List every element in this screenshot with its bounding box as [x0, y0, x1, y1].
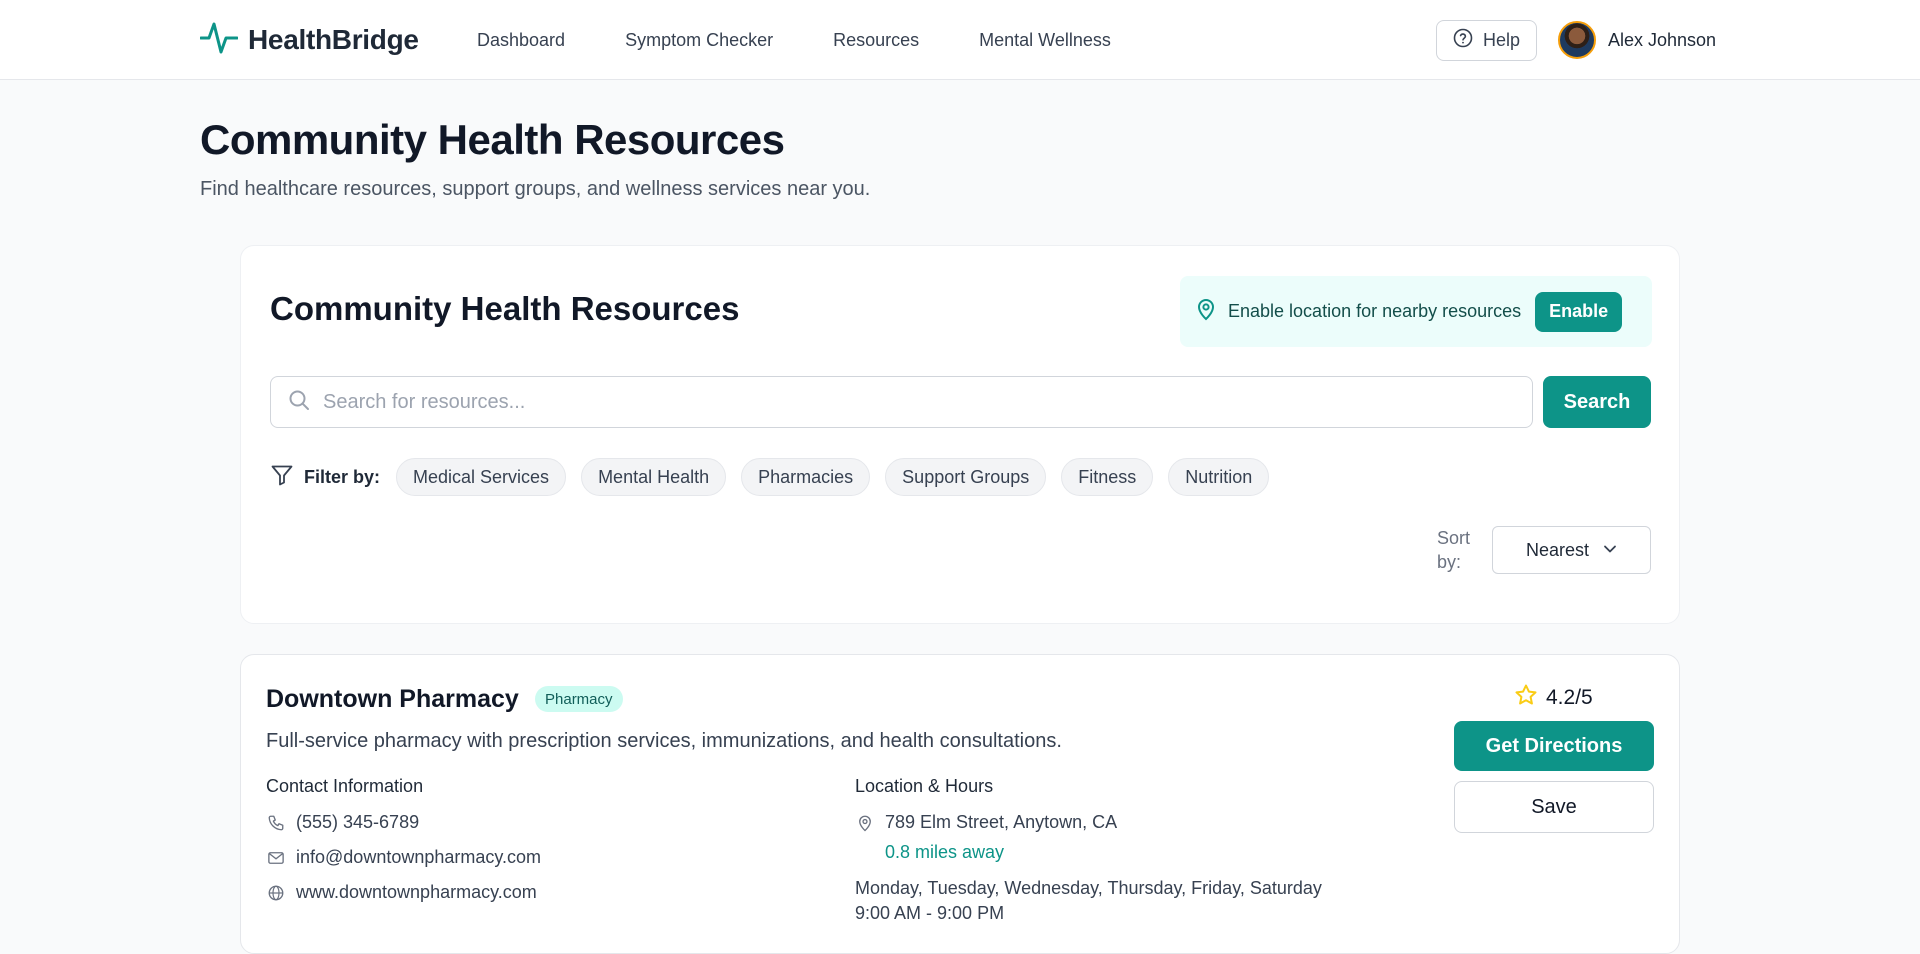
search-button[interactable]: Search: [1543, 376, 1651, 428]
filter-icon: [270, 463, 294, 492]
distance: 0.8 miles away: [885, 842, 1005, 862]
chevron-down-icon: [1603, 540, 1617, 561]
help-circle-icon: [1453, 28, 1473, 53]
sort-label: Sort by:: [1437, 528, 1471, 572]
contact-title: Contact Information: [266, 776, 424, 796]
open-days: Monday, Tuesday, Wednesday, Thursday, Fr…: [855, 878, 1322, 898]
mail-icon: [266, 848, 286, 868]
phone-line[interactable]: (555) 345-6789: [266, 812, 419, 833]
website-url: www.downtownpharmacy.com: [296, 882, 537, 902]
card-title: Community Health Resources: [270, 290, 740, 327]
location-banner: Enable location for nearby resources Ena…: [1180, 276, 1652, 347]
filter-row: Filter by: Medical Services Mental Healt…: [270, 458, 1270, 496]
filter-chip-fitness[interactable]: Fitness: [1061, 458, 1154, 496]
search-icon: [287, 388, 311, 417]
email-line[interactable]: info@downtownpharmacy.com: [266, 847, 541, 868]
location-title: Location & Hours: [855, 776, 994, 796]
sort-value: Nearest: [1525, 539, 1590, 560]
pulse-logo-icon: [199, 20, 239, 61]
address-line: 789 Elm Street, Anytown, CA: [855, 812, 1117, 833]
save-button[interactable]: Save: [1454, 781, 1654, 833]
main-nav: Dashboard Symptom Checker Resources Ment…: [477, 0, 1111, 80]
filter-chip-support-groups[interactable]: Support Groups: [885, 458, 1047, 496]
avatar: [1558, 21, 1596, 59]
location-prompt: Enable location for nearby resources: [1228, 301, 1522, 321]
get-directions-button[interactable]: Get Directions: [1454, 721, 1654, 771]
email-address: info@downtownpharmacy.com: [296, 847, 542, 867]
app-logo[interactable]: HealthBridge: [199, 20, 419, 61]
search-box: [270, 376, 1533, 428]
help-label: Help: [1482, 30, 1521, 50]
rating: 4.2/5: [1514, 683, 1593, 713]
nav-item-mental-wellness[interactable]: Mental Wellness: [979, 30, 1111, 51]
search-input[interactable]: [323, 390, 1503, 414]
enable-location-button[interactable]: Enable: [1535, 291, 1623, 332]
phone-icon: [266, 813, 286, 833]
app-name: HealthBridge: [248, 24, 419, 55]
top-navigation-bar: HealthBridge Dashboard Symptom Checker R…: [0, 0, 1920, 80]
map-pin-icon: [1194, 297, 1218, 326]
resource-description: Full-service pharmacy with prescription …: [266, 730, 1062, 752]
resource-card: Downtown Pharmacy Pharmacy Full-service …: [240, 654, 1680, 954]
nav-item-resources[interactable]: Resources: [833, 30, 919, 51]
globe-icon: [266, 883, 286, 903]
nav-item-symptom-checker[interactable]: Symptom Checker: [625, 30, 773, 51]
sort-select[interactable]: Nearest: [1492, 526, 1651, 574]
page-subtitle: Find healthcare resources, support group…: [200, 178, 871, 200]
filter-chip-nutrition[interactable]: Nutrition: [1168, 458, 1270, 496]
map-pin-icon: [855, 813, 875, 833]
phone-number: (555) 345-6789: [296, 812, 420, 832]
filter-chip-mental-health[interactable]: Mental Health: [581, 458, 727, 496]
search-card: Community Health Resources Enable locati…: [240, 245, 1680, 624]
user-name: Alex Johnson: [1608, 29, 1717, 50]
star-icon: [1514, 683, 1538, 713]
help-button[interactable]: Help: [1436, 20, 1537, 61]
nav-item-dashboard[interactable]: Dashboard: [477, 30, 565, 51]
rating-value: 4.2/5: [1546, 686, 1593, 709]
address: 789 Elm Street, Anytown, CA: [885, 812, 1118, 832]
filter-label: Filter by:: [304, 466, 381, 487]
website-line[interactable]: www.downtownpharmacy.com: [266, 882, 537, 903]
user-menu[interactable]: Alex Johnson: [1558, 20, 1716, 60]
filter-label-group: Filter by:: [270, 463, 380, 492]
resource-type-badge: Pharmacy: [535, 686, 623, 712]
filter-chip-medical-services[interactable]: Medical Services: [396, 458, 567, 496]
resource-name: Downtown Pharmacy: [266, 685, 519, 713]
open-hours: 9:00 AM - 9:00 PM: [855, 903, 1005, 923]
filter-chip-pharmacies[interactable]: Pharmacies: [741, 458, 871, 496]
page-title: Community Health Resources: [200, 116, 785, 163]
